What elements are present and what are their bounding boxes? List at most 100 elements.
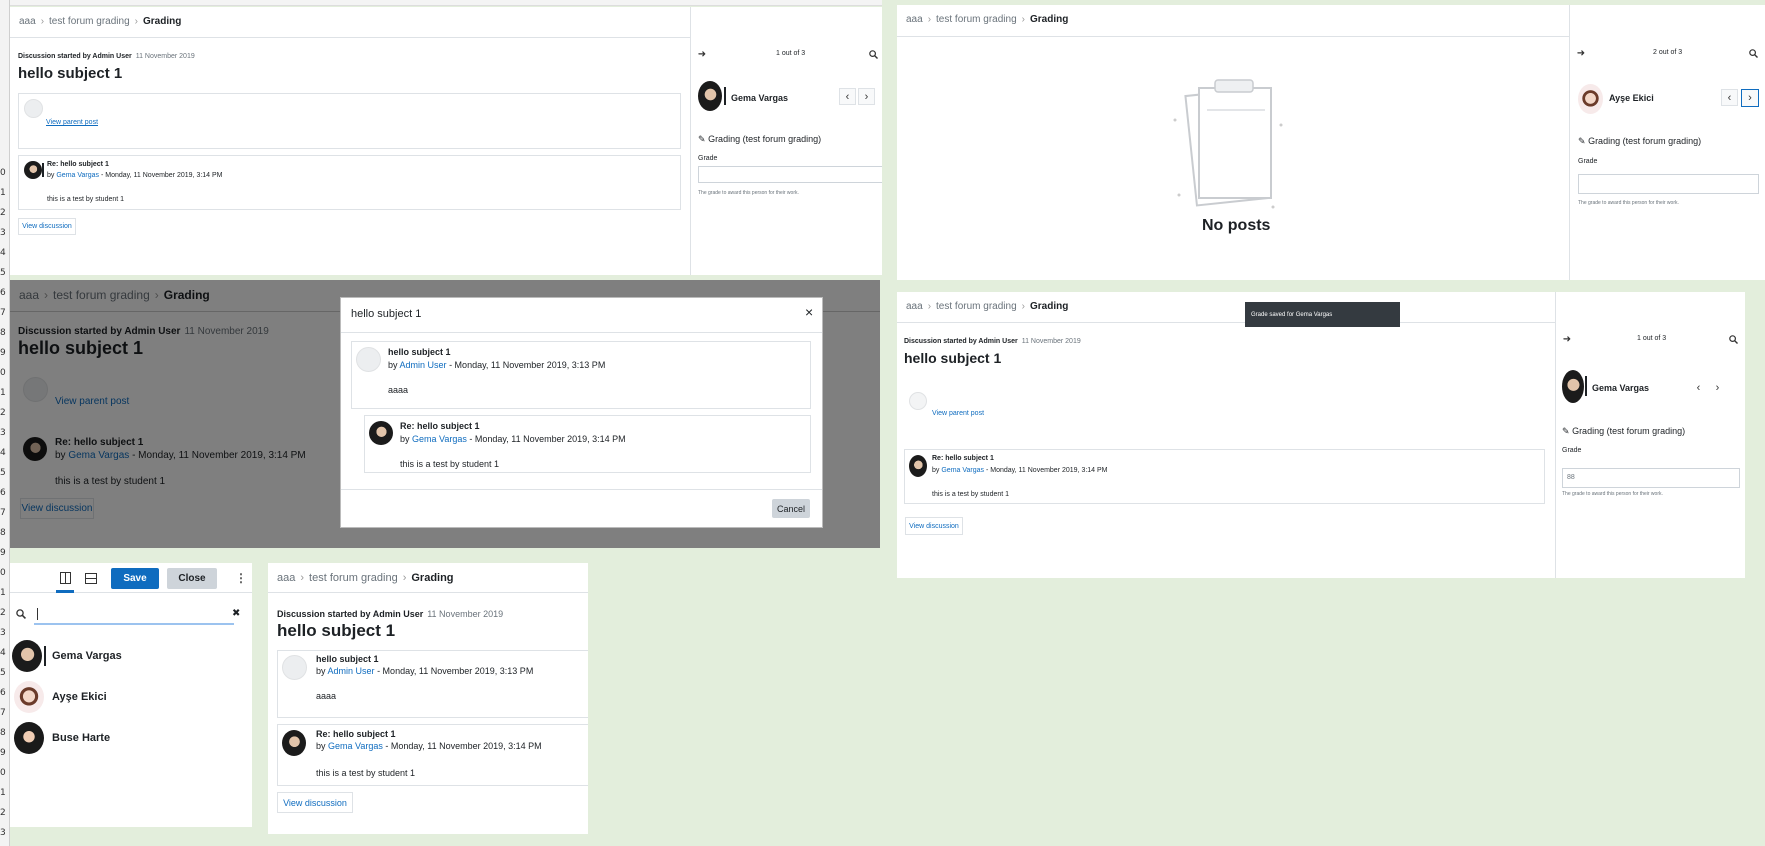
modal-title: hello subject 1	[351, 308, 422, 320]
breadcrumb-current: Grading	[142, 16, 182, 27]
avatar	[909, 455, 927, 477]
arrow-right-icon[interactable]: ➜	[1561, 333, 1573, 345]
row-number: 8	[0, 728, 6, 738]
row-number: 0	[0, 168, 6, 178]
breadcrumb-current: Grading	[1029, 301, 1069, 312]
post-byline: by Admin User - Monday, 11 November 2019…	[388, 360, 606, 370]
breadcrumb-course[interactable]: aaa	[19, 16, 36, 27]
no-posts-message: No posts	[1202, 217, 1271, 234]
user-counter: 2 out of 3	[1653, 49, 1683, 56]
pencil-icon: ✎	[1578, 136, 1586, 146]
grader-sidebar: ➜ 1 out of 3 Gema Vargas ‹ › ✎ Grading (…	[1555, 292, 1745, 578]
reply-post-box: Re: hello subject 1 by Gema Vargas - Mon…	[18, 155, 681, 210]
discussion-meta: Discussion started by Admin User11 Novem…	[277, 609, 504, 619]
row-number: 9	[0, 748, 6, 758]
row-number: 1	[0, 588, 6, 598]
user-search-input[interactable]	[34, 604, 234, 625]
user-list-item[interactable]: Buse Harte	[10, 719, 252, 757]
user-counter: 1 out of 3	[776, 50, 806, 57]
breadcrumb-current: Grading	[1029, 14, 1069, 25]
next-user-button[interactable]: ›	[858, 88, 875, 105]
modal-divider	[341, 332, 822, 333]
breadcrumb-course[interactable]: aaa	[277, 572, 295, 584]
post-body: aaaa	[388, 385, 409, 395]
search-icon[interactable]	[1727, 333, 1739, 345]
post-title: Re: hello subject 1	[316, 729, 396, 739]
next-user-button[interactable]: ›	[1741, 89, 1759, 107]
breadcrumb-forum[interactable]: test forum grading	[309, 572, 398, 584]
view-discussion-button[interactable]: View discussion	[277, 792, 353, 813]
grading-section-title: ✎ Grading (test forum grading)	[1562, 426, 1686, 436]
spreadsheet-header-strip	[10, 0, 882, 6]
row-number: 1	[0, 188, 6, 198]
author-link[interactable]: Admin User	[400, 360, 447, 370]
arrow-right-icon[interactable]: ➜	[696, 48, 708, 60]
previous-user-button[interactable]: ‹	[1721, 89, 1738, 106]
row-number: 3	[0, 228, 6, 238]
grade-input[interactable]	[1578, 174, 1759, 194]
grade-input-value: 88	[1567, 474, 1575, 481]
grading-header: Save Close ⋮	[10, 563, 252, 593]
avatar	[12, 640, 42, 672]
post-byline: by Gema Vargas - Monday, 11 November 201…	[400, 434, 626, 444]
user-list-item[interactable]: Gema Vargas	[10, 637, 252, 675]
previous-user-button[interactable]: ‹	[1690, 379, 1707, 396]
row-number: 2	[0, 408, 6, 418]
discussion-title: hello subject 1	[904, 350, 1002, 366]
grader-sidebar: ➜ 2 out of 3 Ayşe Ekici ‹ › ✎ Grading (t…	[1569, 5, 1765, 280]
spreadsheet-row-numbers: 0 1 2 3 4 5 6 7 8 9 0 1 2 3 4 5 6 7 8 9 0 1 2 3 4 5 6 7 8 9 0 1 2 3	[0, 0, 10, 846]
collapse-grader-icon[interactable]	[58, 571, 72, 585]
breadcrumb-course[interactable]: aaa	[906, 301, 923, 312]
grading-panel-6: aaa › test forum grading › Grading Discussio…	[268, 563, 588, 834]
previous-user-button[interactable]: ‹	[839, 88, 856, 105]
clear-search-icon[interactable]: ✖	[232, 608, 240, 619]
view-discussion-button[interactable]: View discussion	[18, 218, 76, 235]
original-post-box: hello subject 1 by Admin User - Monday, …	[277, 650, 588, 718]
row-number: 8	[0, 328, 6, 338]
post-body: this is a test by student 1	[400, 459, 500, 469]
author-link[interactable]: Gema Vargas	[412, 434, 467, 444]
row-number: 2	[0, 608, 6, 618]
avatar	[14, 681, 44, 713]
arrow-right-icon[interactable]: ➜	[1575, 47, 1587, 59]
row-number: 6	[0, 288, 6, 298]
grading-section-title: ✎ Grading (test forum grading)	[1578, 136, 1702, 146]
grade-input[interactable]: 88	[1562, 468, 1740, 488]
reply-post-box: Re: hello subject 1 by Gema Vargas - Mon…	[904, 449, 1545, 504]
grading-panel-3: aaa›test forum grading›Grading Discussio…	[10, 280, 880, 548]
avatar	[282, 655, 307, 680]
author-link[interactable]: Gema Vargas	[56, 172, 99, 179]
grade-input[interactable]	[698, 166, 882, 183]
view-parent-post-link[interactable]: View parent post	[46, 119, 98, 126]
breadcrumb-forum[interactable]: test forum grading	[49, 16, 130, 27]
more-menu-icon[interactable]: ⋮	[235, 571, 247, 585]
author-link[interactable]: Admin User	[328, 666, 375, 676]
author-link[interactable]: Gema Vargas	[941, 467, 984, 474]
pencil-icon: ✎	[698, 134, 706, 144]
avatar	[24, 161, 42, 179]
discussion-title: hello subject 1	[277, 621, 396, 640]
row-number: 6	[0, 488, 6, 498]
search-icon[interactable]	[867, 48, 879, 60]
view-discussion-button[interactable]: View discussion	[905, 517, 963, 535]
save-button[interactable]: Save	[111, 568, 159, 589]
row-number: 7	[0, 708, 6, 718]
collapse-posts-icon[interactable]	[84, 571, 98, 585]
search-icon[interactable]	[1747, 47, 1759, 59]
view-parent-post-link[interactable]: View parent post	[932, 410, 984, 417]
avatar	[24, 99, 43, 118]
close-button[interactable]: Close	[167, 568, 217, 589]
breadcrumb-forum[interactable]: test forum grading	[936, 14, 1017, 25]
post-byline: by Gema Vargas - Monday, 11 November 201…	[316, 741, 542, 751]
breadcrumb-course[interactable]: aaa	[906, 14, 923, 25]
row-number: 0	[0, 568, 6, 578]
cancel-button[interactable]: Cancel	[772, 499, 810, 518]
author-link[interactable]: Gema Vargas	[328, 741, 383, 751]
breadcrumb: aaa›test forum grading›Grading	[277, 572, 454, 584]
post-body: this is a test by student 1	[316, 768, 416, 778]
next-user-button[interactable]: ›	[1709, 379, 1726, 396]
user-list-item[interactable]: Ayşe Ekici	[10, 678, 252, 716]
breadcrumb-forum[interactable]: test forum grading	[936, 301, 1017, 312]
modal-close-icon[interactable]: ×	[805, 304, 813, 320]
row-number: 2	[0, 808, 6, 818]
